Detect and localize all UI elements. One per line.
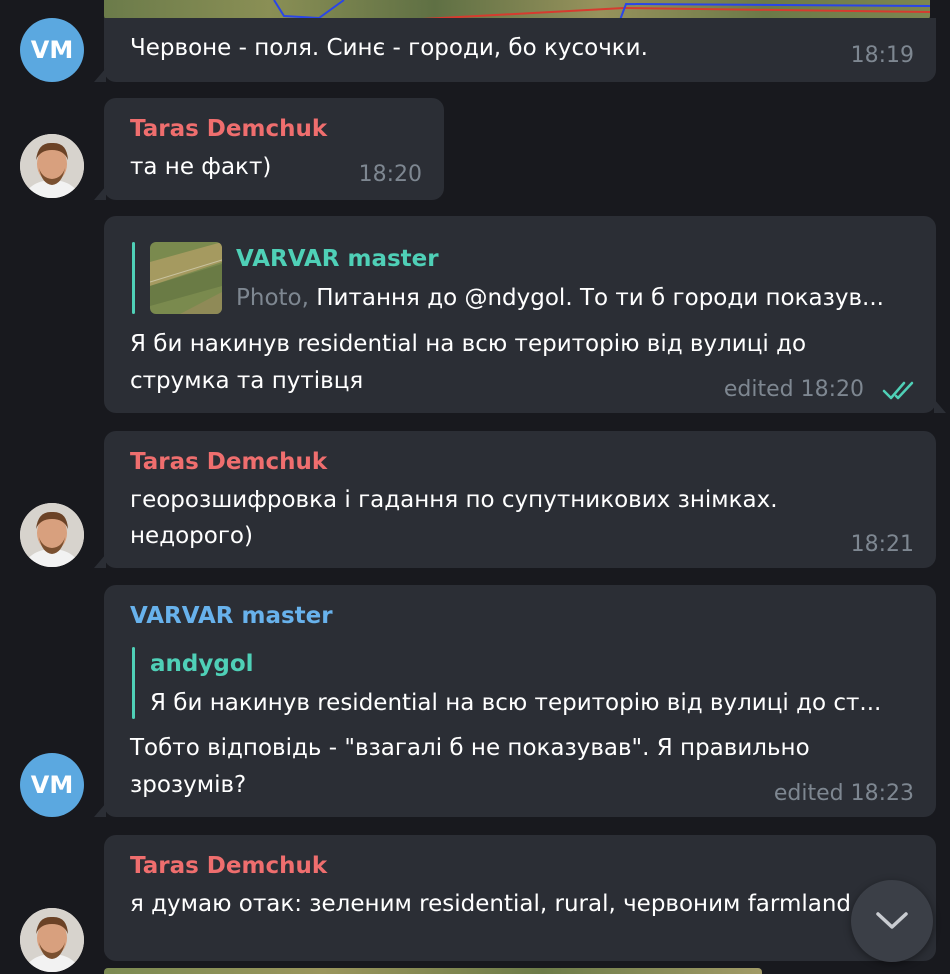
reply-preview[interactable]: Photo, Питання до @ndygol. То ти б город… (236, 280, 916, 317)
reply-preview-text[interactable]: Я би накинув residential на всю територі… (150, 685, 881, 722)
message-time: 18:21 (850, 532, 914, 557)
message-text-line-2: зрозумів? (130, 772, 247, 798)
message-time: 18:20 (358, 162, 422, 187)
message-bubble[interactable]: Червоне - поля. Синє - городи, бо кусочк… (94, 18, 936, 82)
message-bubble[interactable]: Taras Demchuk георозшифровка і гадання п… (94, 431, 936, 568)
reply-thumbnail[interactable] (150, 242, 222, 314)
message-text-line-1: Я би накинув residential на всю територі… (130, 331, 807, 357)
message-bubble[interactable]: VARVAR master Photo, Питання до @ndygol.… (104, 216, 946, 413)
reply-preview-text: Питання до @ndygol. То ти б городи показ… (316, 285, 884, 311)
message-text-line-1: георозшифровка і гадання по супутникових… (130, 487, 778, 513)
message-bubble[interactable]: Taras Demchuk та не факт) 18:20 (94, 98, 444, 200)
sender-name[interactable]: VARVAR master (130, 603, 333, 629)
avatar[interactable]: VM (20, 18, 84, 82)
message-time: 18:19 (850, 43, 914, 68)
avatar-initials: VM (30, 771, 74, 799)
user-photo-icon (20, 134, 84, 198)
reply-author[interactable]: andygol (150, 651, 254, 677)
avatar-initials: VM (30, 36, 74, 64)
message-time: edited 18:20 (723, 377, 864, 402)
satellite-image (273, 0, 930, 20)
message-text: та не факт) (130, 154, 272, 180)
user-photo-avatar[interactable] (20, 503, 84, 567)
sender-name[interactable]: Taras Demchuk (130, 449, 327, 475)
sender-name[interactable]: Taras Demchuk (130, 853, 327, 879)
message-bubble[interactable]: Taras Demchuk я думаю отак: зеленим resi… (104, 835, 936, 961)
photo-thumbnail-icon (150, 242, 222, 314)
user-photo-avatar[interactable] (20, 134, 84, 198)
user-photo-avatar[interactable] (20, 908, 84, 972)
scroll-to-bottom-button[interactable] (851, 880, 933, 962)
message-text-line-2: недорого) (130, 523, 253, 549)
user-photo-icon (20, 503, 84, 567)
reply-quote-bar (132, 647, 135, 719)
message-time: edited 18:23 (773, 781, 914, 806)
message-text-line-2: струмка та путівця (130, 368, 364, 394)
message-text: я думаю отак: зеленим residential, rural… (130, 891, 852, 917)
message-text-line-1: Тобто відповідь - "взагалі б не показува… (130, 735, 810, 761)
double-check-icon (882, 381, 914, 400)
user-photo-icon (20, 908, 84, 972)
photo-message-fragment[interactable] (104, 968, 762, 974)
reply-prefix: Photo, (236, 285, 309, 311)
photo-message-fragment[interactable] (104, 0, 930, 20)
avatar[interactable]: VM (20, 753, 84, 817)
message-bubble[interactable]: VARVAR master andygol Я би накинув resid… (94, 585, 936, 817)
reply-quote-bar (132, 242, 135, 314)
reply-author[interactable]: VARVAR master (236, 246, 439, 272)
message-text: Червоне - поля. Синє - городи, бо кусочк… (130, 35, 648, 61)
chevron-down-icon (876, 912, 908, 929)
sender-name[interactable]: Taras Demchuk (130, 116, 327, 142)
